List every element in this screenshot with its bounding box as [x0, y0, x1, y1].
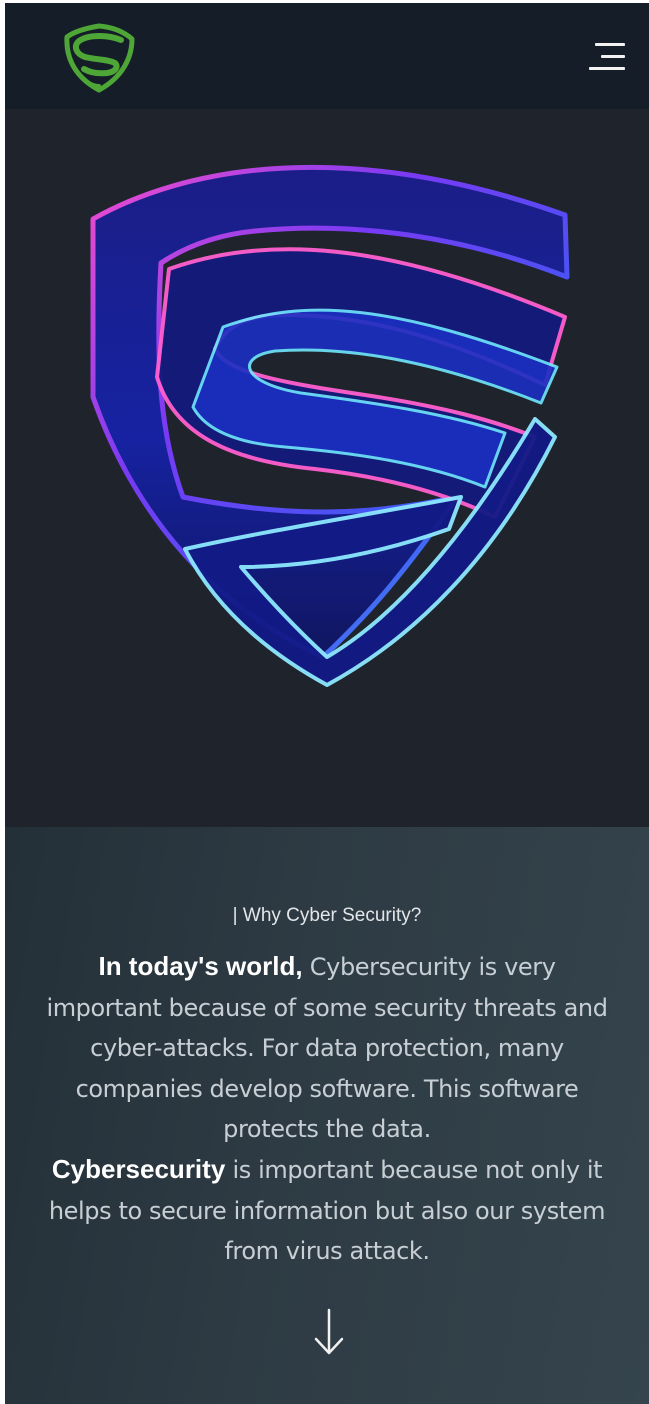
- menu-button[interactable]: [587, 39, 627, 73]
- why-cyber-security-section: | Why Cyber Security? In today's world, …: [5, 827, 649, 1404]
- intro-lead: In today's world,: [98, 951, 303, 981]
- page: | Why Cyber Security? In today's world, …: [5, 3, 649, 1404]
- neon-shield-s-illustration: [90, 164, 570, 687]
- menu-line: [595, 43, 625, 46]
- shield-s-logo-icon[interactable]: [63, 23, 135, 93]
- menu-line: [589, 67, 625, 70]
- menu-line: [601, 55, 625, 58]
- importance-lead: Cybersecurity: [51, 1154, 226, 1184]
- hero-section: [5, 109, 649, 827]
- intro-paragraph: In today's world, Cybersecurity is very …: [39, 946, 615, 1150]
- top-navigation-bar: [5, 3, 649, 109]
- arrow-down-icon[interactable]: [312, 1307, 346, 1357]
- section-kicker: | Why Cyber Security?: [232, 905, 422, 926]
- importance-paragraph: Cybersecurity is important because not o…: [39, 1149, 615, 1272]
- intro-text: Cybersecurity is very important because …: [46, 953, 608, 1143]
